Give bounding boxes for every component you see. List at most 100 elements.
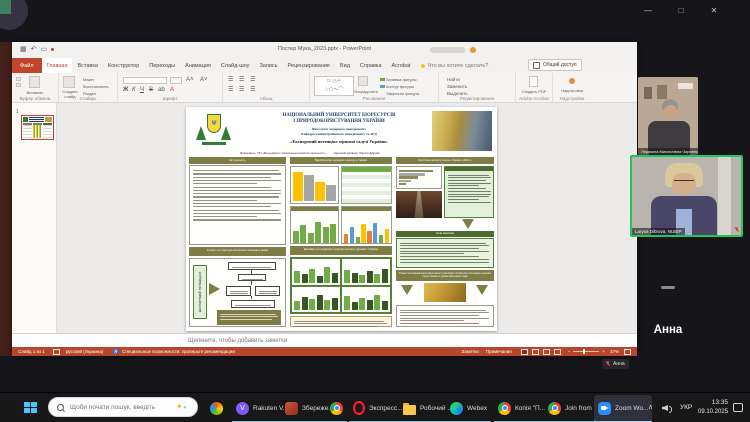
production-table: [341, 166, 392, 204]
section-conclusion-header: Тільки після відновлення ефективності ре…: [396, 270, 494, 281]
new-slide-icon[interactable]: [63, 76, 75, 88]
tab-help[interactable]: Справка: [355, 58, 387, 73]
slide-1-thumbnail[interactable]: [21, 115, 54, 140]
reset-button[interactable]: Восстановить: [83, 84, 109, 89]
shape-outline-button[interactable]: Контур фигуры: [386, 84, 414, 89]
pdf-icon[interactable]: [529, 76, 538, 87]
strikethrough-icon[interactable]: S: [149, 87, 153, 93]
italic-icon[interactable]: К: [132, 87, 136, 93]
group-acrobat: Создать PDF Adobe Acrobat: [516, 73, 553, 102]
tab-acrobat[interactable]: Acrobat: [387, 58, 416, 73]
maximize-button[interactable]: □: [673, 4, 689, 18]
start-button[interactable]: [24, 402, 37, 413]
accessibility-checker[interactable]: Специальные возможности: проверьте реком…: [122, 349, 235, 354]
addins-icon[interactable]: [569, 78, 575, 84]
zoom-slider[interactable]: [573, 351, 599, 353]
align-icons[interactable]: ☰ ☰ ☰: [228, 87, 257, 93]
taskbar-item-chrome[interactable]: [326, 395, 347, 422]
slides-group-label: Слайды: [59, 96, 117, 101]
shapes-gallery[interactable]: □○△⇨☆⬠〜⌒: [314, 76, 354, 96]
paste-button[interactable]: Вставить: [12, 90, 58, 95]
opera-icon: [353, 401, 365, 415]
collapsed-thumbnail-handle[interactable]: [661, 286, 675, 289]
addins-button[interactable]: Надстройки: [553, 88, 591, 93]
signed-in-user[interactable]: [430, 47, 465, 53]
bullets-icon[interactable]: ☰ ☰ ☰: [228, 77, 257, 83]
display-settings-icon[interactable]: [53, 349, 60, 355]
fill-color-chip: [380, 78, 385, 81]
tab-slideshow[interactable]: Слайд-шоу: [216, 58, 255, 73]
flowchart-olive-note: [217, 310, 281, 325]
zoom-out-button[interactable]: −: [568, 349, 571, 354]
underline-icon[interactable]: Ч: [140, 87, 144, 93]
close-button[interactable]: ✕: [706, 4, 722, 18]
minimize-button[interactable]: —: [640, 4, 656, 18]
section-challenges-header: Нові виклики: [396, 231, 494, 237]
bold-icon[interactable]: Ж: [123, 87, 128, 93]
text-shadow-icon[interactable]: ab: [158, 87, 165, 93]
replace-button[interactable]: Заменить: [447, 84, 467, 89]
font-size-box[interactable]: [170, 77, 182, 84]
copy-icon[interactable]: [16, 83, 21, 87]
arrange-button[interactable]: Упорядочить: [354, 89, 378, 94]
tab-view[interactable]: Вид: [335, 58, 355, 73]
logistics-text-panel: [444, 166, 494, 218]
emblem-base: [202, 142, 226, 145]
zoom-window-controls: — □ ✕: [640, 4, 722, 18]
tab-animations[interactable]: Анимация: [180, 58, 216, 73]
clock[interactable]: 13:35 09.10.2025: [698, 399, 728, 416]
tab-record[interactable]: Запись: [254, 58, 282, 73]
language-indicator[interactable]: русский (Украина): [66, 349, 104, 354]
tab-transitions[interactable]: Переходы: [144, 58, 180, 73]
volume-icon[interactable]: [662, 404, 672, 412]
zoom-level[interactable]: 37%: [610, 349, 619, 354]
tray-chevron-icon[interactable]: ∧: [648, 403, 653, 411]
find-button[interactable]: Найти: [447, 77, 460, 82]
paste-icon[interactable]: [29, 76, 40, 88]
create-pdf-button[interactable]: Создать PDF: [516, 89, 552, 94]
slideshow-view-icon[interactable]: [554, 349, 561, 355]
tab-insert[interactable]: Вставка: [72, 58, 102, 73]
tell-me-box[interactable]: Что вы хотите сделать?: [415, 58, 488, 73]
wall-frame: [657, 85, 667, 99]
comments-toggle[interactable]: Примечания: [486, 349, 512, 354]
taskbar-item-zoom-active[interactable]: Zoom Wo...: [594, 395, 652, 422]
ppt-window-title: Постер Мука_2023.pptx - PowerPoint: [12, 46, 637, 52]
taskbar-item-opera[interactable]: Экспресс...: [349, 395, 407, 422]
zoom-icon: [598, 402, 611, 415]
video-tile-dibrova-active-speaker[interactable]: Larysa Dibrova, NUBIP: [630, 155, 743, 237]
tab-home[interactable]: Главная: [42, 58, 73, 73]
search-highlights-icon[interactable]: ✦✦: [176, 403, 187, 411]
group-drawing: □○△⇨☆⬠〜⌒ Упорядочить Заливка фигуры Конт…: [310, 73, 439, 102]
language-switcher[interactable]: УКР: [680, 404, 692, 413]
font-name-box[interactable]: [123, 77, 167, 84]
shape-fill-button[interactable]: Заливка фигуры: [386, 77, 417, 82]
normal-view-icon[interactable]: [521, 349, 528, 355]
tab-file[interactable]: Файл: [12, 58, 42, 73]
layout-button[interactable]: Макет: [83, 77, 94, 82]
reading-view-icon[interactable]: [543, 349, 550, 355]
taskbar-item-copy-doc[interactable]: Копія "П...: [494, 395, 549, 422]
participant-name-label: Larysa Dibrova, NUBIP: [632, 228, 685, 235]
notes-toggle[interactable]: Заметки: [462, 349, 479, 354]
taskbar-item-copilot[interactable]: [206, 395, 227, 421]
cut-icon[interactable]: [16, 77, 21, 81]
notification-center-icon[interactable]: [733, 403, 743, 412]
font-color-icon[interactable]: А: [170, 87, 174, 93]
notes-pane[interactable]: Щелкните, чтобы добавить заметки: [12, 333, 637, 347]
fit-to-window-icon[interactable]: [624, 349, 631, 355]
arrange-icon[interactable]: [358, 76, 368, 86]
taskbar-item-webex[interactable]: Webex: [446, 395, 491, 422]
tab-review[interactable]: Рецензирование: [282, 58, 334, 73]
shrink-font-icon[interactable]: А˅: [200, 77, 208, 83]
taskbar-search[interactable]: ✦✦: [48, 397, 198, 417]
mic-label-name: Анна: [613, 361, 625, 367]
grow-font-icon[interactable]: А˄: [186, 77, 194, 83]
search-input[interactable]: [68, 403, 172, 412]
share-button[interactable]: Общий доступ: [528, 59, 582, 71]
slide-canvas[interactable]: Ψ НАЦІОНАЛЬНИЙ УНІВЕРСИТЕТ БІОРЕСУРСІВ І…: [186, 107, 497, 331]
video-tile-chornenka[interactable]: Людмила Миколаївна Чорненька: [638, 77, 698, 155]
slide-sorter-icon[interactable]: [532, 349, 539, 355]
tab-design[interactable]: Конструктор: [103, 58, 144, 73]
zoom-in-button[interactable]: +: [602, 349, 605, 354]
